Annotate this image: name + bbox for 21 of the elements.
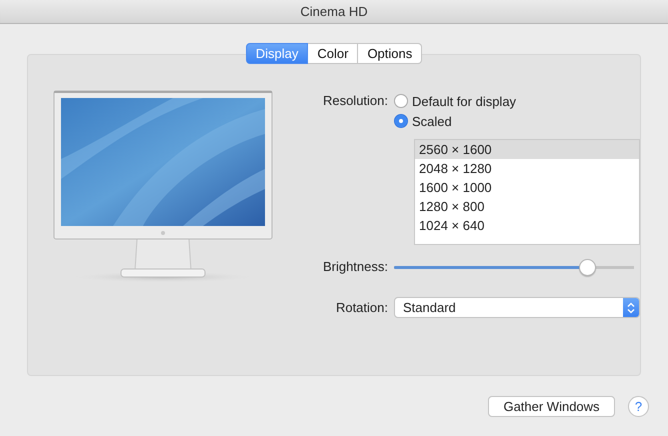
list-item[interactable]: 1024 × 640 — [415, 216, 639, 235]
resolution-label: Resolution: — [322, 92, 388, 110]
radio-button[interactable] — [394, 114, 408, 128]
radio-label: Scaled — [412, 114, 452, 128]
help-button[interactable]: ? — [628, 396, 649, 417]
radio-label: Default for display — [412, 94, 516, 108]
tab[interactable]: Color — [308, 43, 358, 64]
gather-windows-button[interactable]: Gather Windows — [488, 396, 615, 417]
list-item[interactable]: 2560 × 1600 — [415, 140, 639, 159]
stepper-icon — [623, 298, 639, 317]
list-item[interactable]: 1600 × 1000 — [415, 178, 639, 197]
list-item[interactable]: 1280 × 800 — [415, 197, 639, 216]
list-item[interactable]: 2048 × 1280 — [415, 159, 639, 178]
brightness-label: Brightness: — [322, 258, 388, 276]
slider-thumb[interactable] — [579, 258, 596, 276]
rotation-label: Rotation: — [334, 298, 388, 316]
radio-button[interactable] — [394, 94, 408, 108]
tab[interactable]: Options — [358, 43, 422, 64]
rotation-dropdown[interactable]: Standard — [394, 297, 640, 318]
dropdown-value: Standard — [403, 300, 456, 315]
window-title: Cinema HD — [300, 4, 368, 19]
